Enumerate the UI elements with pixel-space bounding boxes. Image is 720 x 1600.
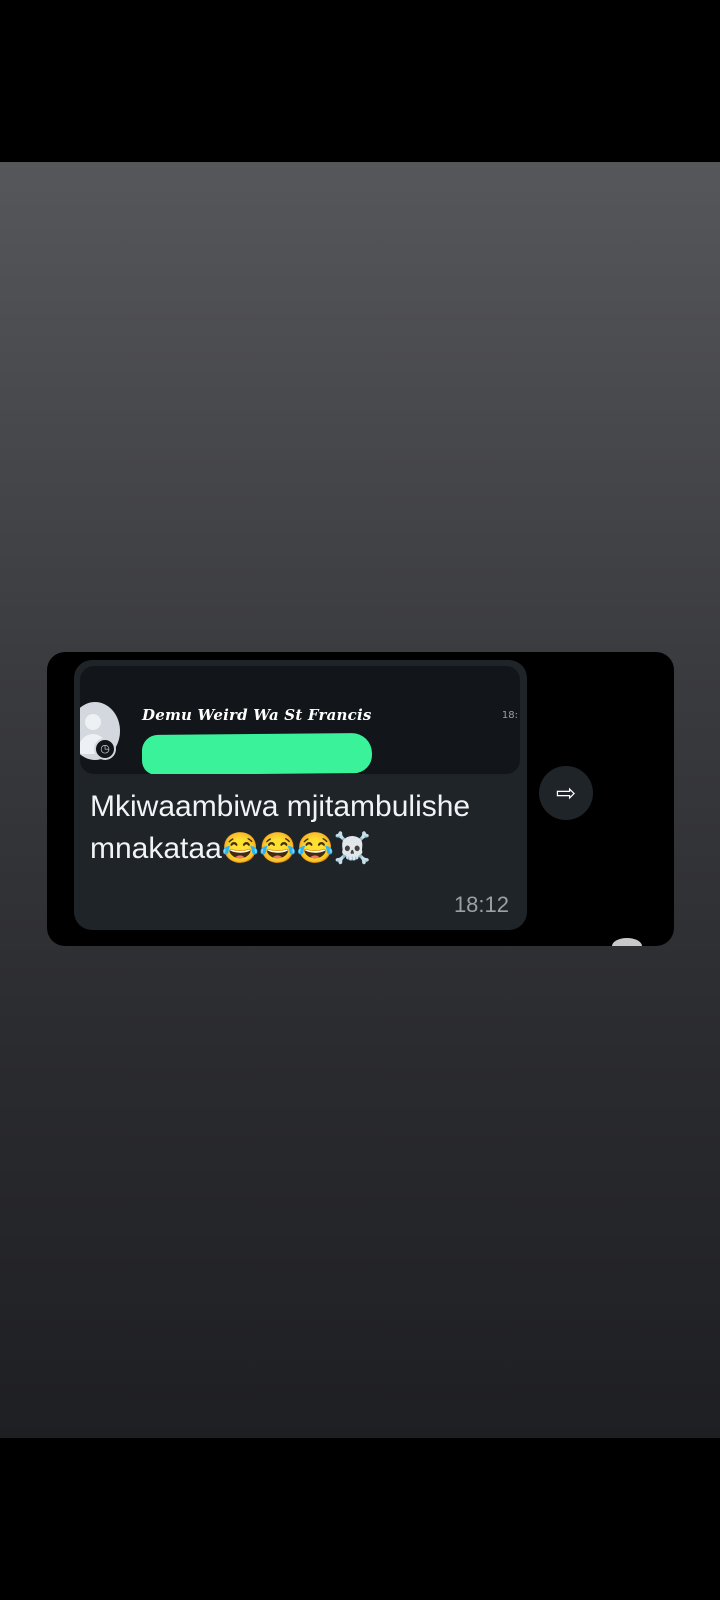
chat-screenshot: ◷ Demu Weird Wa St Francis 18: Mkiwaambi… (47, 652, 674, 946)
quoted-message[interactable]: ◷ Demu Weird Wa St Francis 18: (80, 666, 520, 774)
quoted-time: 18: (501, 710, 518, 721)
disappearing-timer-icon: ◷ (94, 738, 116, 760)
message-text: Mkiwaambiwa mjitambulishe mnakataa😂😂😂☠️ (90, 790, 471, 865)
redaction-scribble (141, 732, 373, 774)
top-black-bar (0, 0, 720, 162)
message-time: 18:12 (453, 892, 509, 917)
message-bubble[interactable]: ◷ Demu Weird Wa St Francis 18: Mkiwaambi… (74, 660, 527, 930)
default-avatar-icon: ◷ (80, 702, 120, 760)
forward-icon[interactable]: ⇨ (539, 766, 593, 820)
bottom-black-bar (0, 1438, 720, 1600)
quoted-sender-name: Demu Weird Wa St Francis (142, 706, 372, 724)
corner-fragment (612, 938, 642, 946)
